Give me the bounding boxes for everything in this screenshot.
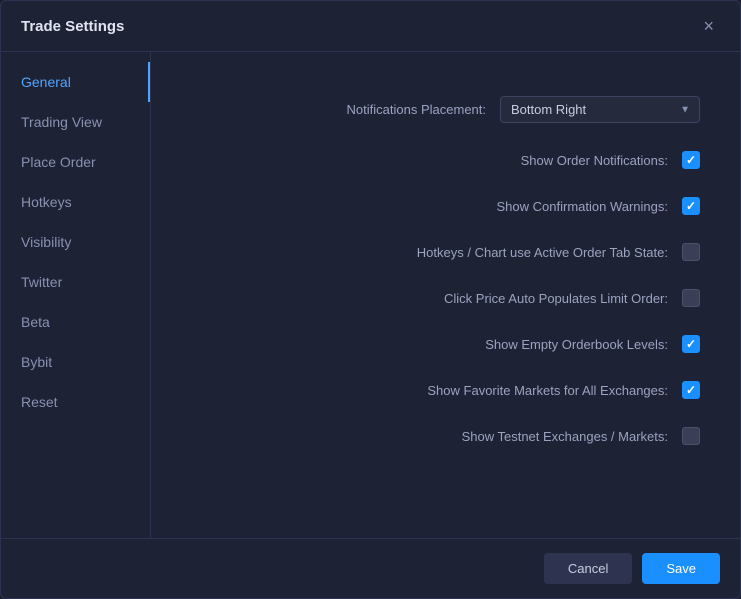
show-empty-orderbook-row: Show Empty Orderbook Levels: (191, 321, 700, 367)
sidebar: General Trading View Place Order Hotkeys… (1, 52, 151, 538)
show-empty-orderbook-checkbox[interactable] (682, 335, 700, 353)
show-confirmation-warnings-checkbox[interactable] (682, 197, 700, 215)
show-favorite-markets-row: Show Favorite Markets for All Exchanges: (191, 367, 700, 413)
show-confirmation-warnings-row: Show Confirmation Warnings: (191, 183, 700, 229)
sidebar-item-hotkeys[interactable]: Hotkeys (1, 182, 150, 222)
sidebar-item-bybit[interactable]: Bybit (1, 342, 150, 382)
click-price-checkbox[interactable] (682, 289, 700, 307)
hotkeys-chart-checkbox[interactable] (682, 243, 700, 261)
notifications-placement-control: Bottom Right Top Left Top Right Bottom L… (500, 96, 700, 123)
dialog-footer: Cancel Save (1, 538, 740, 598)
show-order-notifications-label: Show Order Notifications: (521, 153, 668, 168)
sidebar-item-twitter[interactable]: Twitter (1, 262, 150, 302)
show-favorite-markets-checkbox[interactable] (682, 381, 700, 399)
save-button[interactable]: Save (642, 553, 720, 584)
hotkeys-chart-row: Hotkeys / Chart use Active Order Tab Sta… (191, 229, 700, 275)
sidebar-item-visibility[interactable]: Visibility (1, 222, 150, 262)
show-testnet-checkbox[interactable] (682, 427, 700, 445)
show-testnet-label: Show Testnet Exchanges / Markets: (462, 429, 668, 444)
sidebar-item-reset[interactable]: Reset (1, 382, 150, 422)
sidebar-item-beta[interactable]: Beta (1, 302, 150, 342)
sidebar-item-place-order[interactable]: Place Order (1, 142, 150, 182)
show-empty-orderbook-label: Show Empty Orderbook Levels: (485, 337, 668, 352)
trade-settings-dialog: Trade Settings × General Trading View Pl… (0, 0, 741, 599)
settings-content: Notifications Placement: Bottom Right To… (151, 52, 740, 538)
dialog-body: General Trading View Place Order Hotkeys… (1, 52, 740, 538)
cancel-button[interactable]: Cancel (544, 553, 632, 584)
show-favorite-markets-label: Show Favorite Markets for All Exchanges: (427, 383, 668, 398)
hotkeys-chart-label: Hotkeys / Chart use Active Order Tab Sta… (417, 245, 668, 260)
close-button[interactable]: × (697, 15, 720, 37)
click-price-label: Click Price Auto Populates Limit Order: (444, 291, 668, 306)
show-confirmation-warnings-label: Show Confirmation Warnings: (497, 199, 668, 214)
show-order-notifications-row: Show Order Notifications: (191, 137, 700, 183)
dialog-title: Trade Settings (21, 18, 124, 35)
notifications-placement-select[interactable]: Bottom Right Top Left Top Right Bottom L… (500, 96, 700, 123)
show-order-notifications-checkbox[interactable] (682, 151, 700, 169)
notifications-placement-label: Notifications Placement: (347, 102, 486, 117)
click-price-row: Click Price Auto Populates Limit Order: (191, 275, 700, 321)
show-testnet-row: Show Testnet Exchanges / Markets: (191, 413, 700, 459)
sidebar-item-general[interactable]: General (1, 62, 150, 102)
notifications-placement-row: Notifications Placement: Bottom Right To… (191, 82, 700, 137)
sidebar-item-trading-view[interactable]: Trading View (1, 102, 150, 142)
dialog-header: Trade Settings × (1, 1, 740, 52)
